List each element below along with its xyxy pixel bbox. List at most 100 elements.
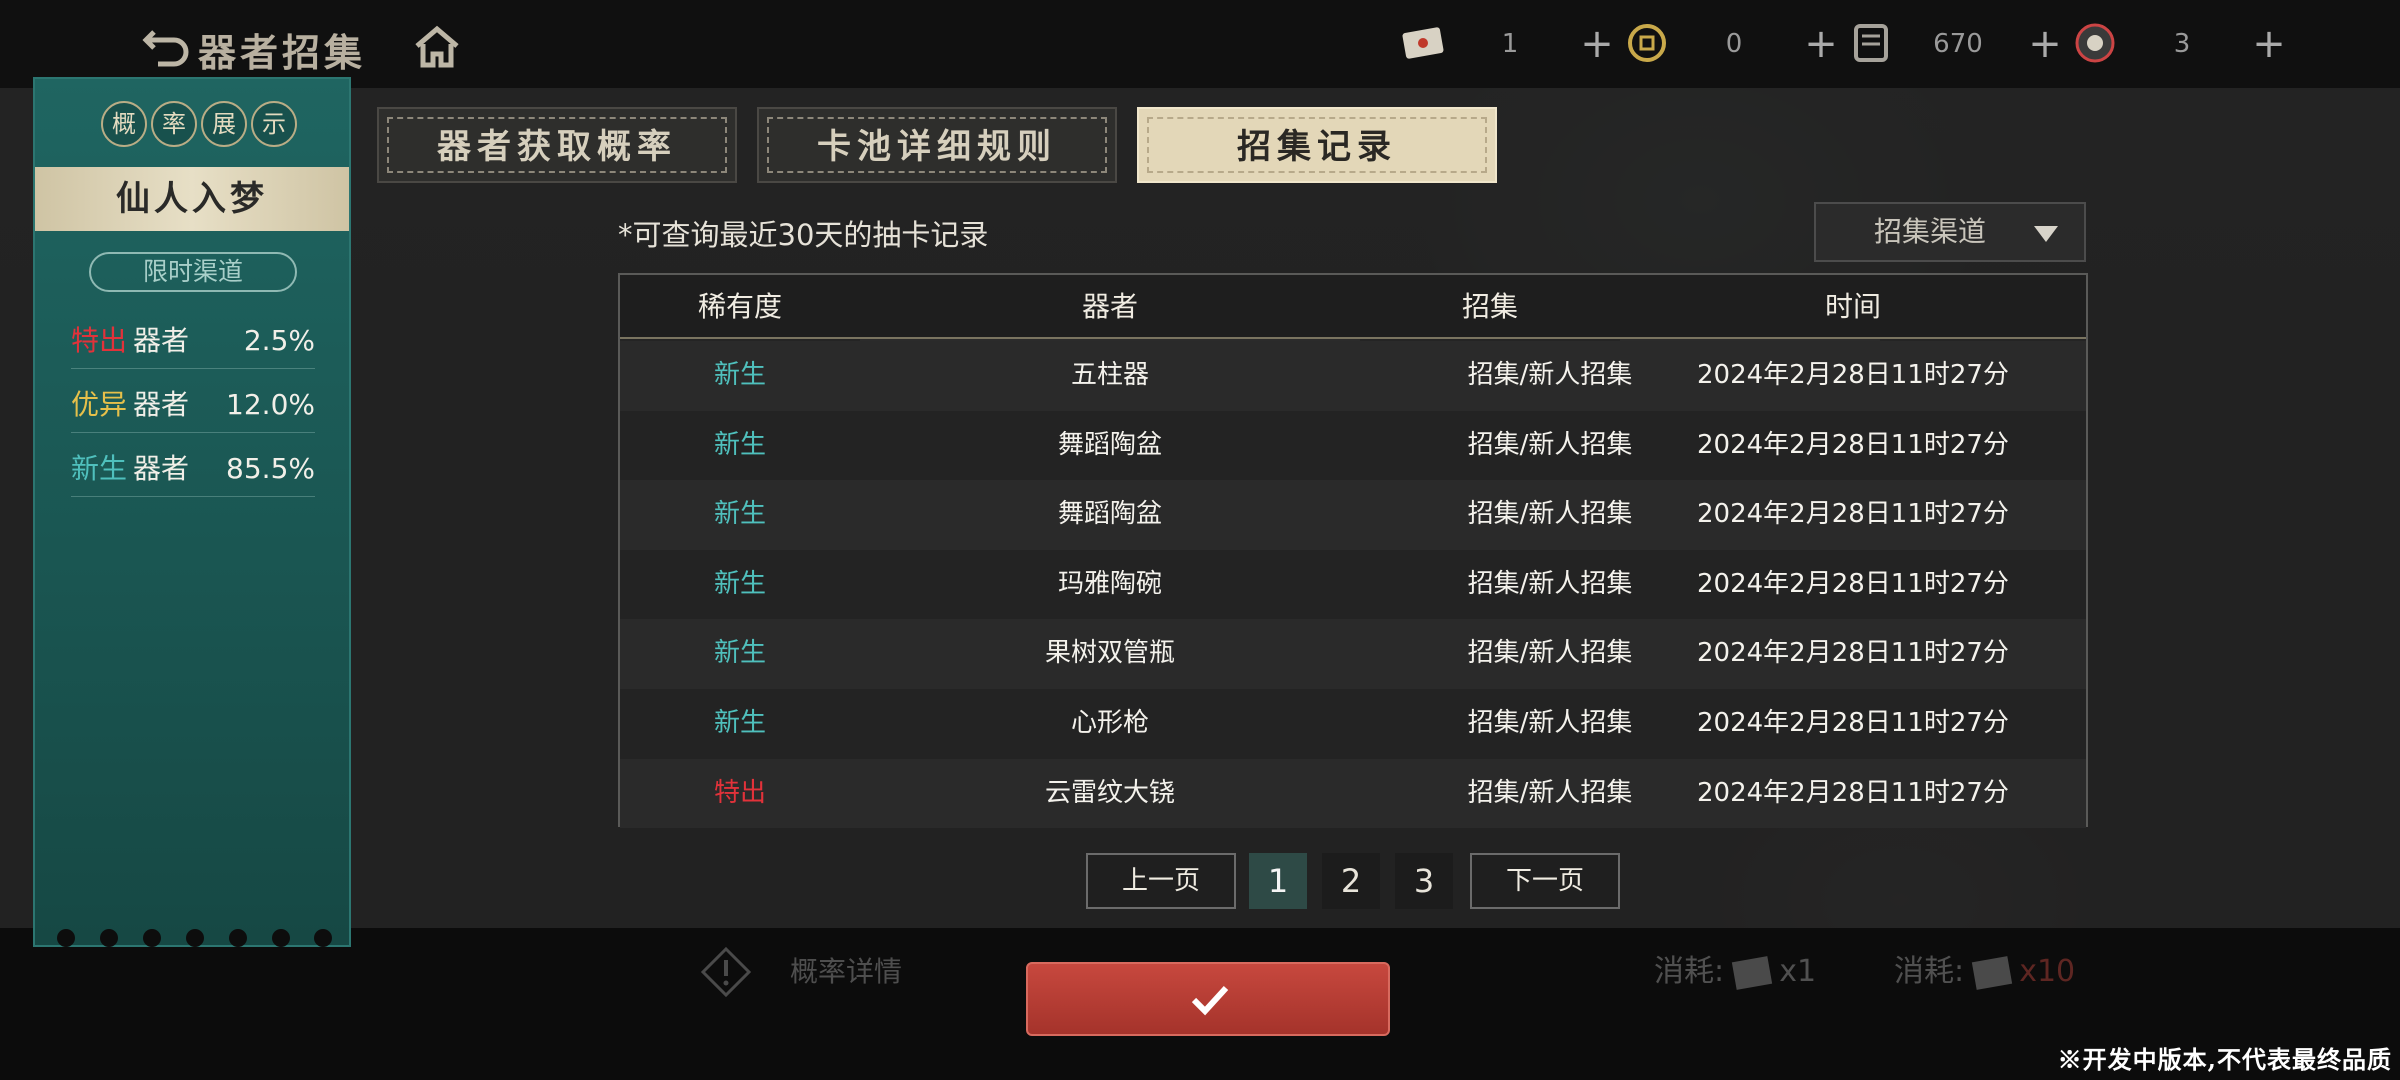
probability-display-badges: 概 率 展 示 [101, 101, 297, 147]
cost-single-label: 消耗: [1654, 954, 1725, 989]
rate-percent: 2.5% [243, 324, 315, 357]
home-icon [415, 25, 459, 68]
coin-count: 0 [1725, 29, 1743, 59]
cell-item: 果树双管瓶 [1044, 638, 1175, 669]
rate-rarity: 特出 [71, 324, 128, 357]
panel-scallop-edge [45, 929, 345, 949]
cost-multi: 消耗: x10 [1894, 948, 2075, 996]
page-3-button[interactable]: 3 [1395, 853, 1453, 909]
tab-pool-rules-label: 卡池详细规则 [817, 127, 1057, 167]
cell-time: 2024年2月28日11时27分 [1697, 429, 2009, 460]
table-row: 新生 玛雅陶碗 招集/新人招集 2024年2月28日11时27分 [620, 549, 2086, 620]
tab-recruit-history-label: 招集记录 [1237, 127, 1397, 167]
back-button[interactable] [140, 22, 196, 70]
cell-item: 五柱器 [1070, 360, 1149, 390]
badge-char: 展 [201, 101, 247, 147]
header-time: 时间 [1824, 290, 1881, 323]
tab-recruit-history[interactable]: 招集记录 [1137, 107, 1497, 183]
cell-rarity: 新生 [713, 708, 766, 738]
gem-icon [2075, 23, 2115, 63]
cell-item: 心形枪 [1070, 708, 1149, 738]
rate-percent: 85.5% [226, 452, 315, 485]
table-row: 新生 果树双管瓶 招集/新人招集 2024年2月28日11时27分 [620, 619, 2086, 689]
rate-row: 特出 器者 2.5% [71, 313, 315, 369]
cell-item: 舞蹈陶盆 [1057, 429, 1162, 460]
cell-time: 2024年2月28日11时27分 [1697, 499, 2009, 530]
badge-char: 示 [251, 101, 297, 147]
scroll-count: 670 [1933, 29, 1983, 59]
back-arrow-icon [142, 30, 189, 67]
cell-item: 舞蹈陶盆 [1057, 499, 1162, 530]
home-button[interactable] [412, 24, 462, 70]
scroll-icon [1854, 24, 1888, 62]
cell-time: 2024年2月28日11时27分 [1697, 708, 2009, 738]
channel-badge: 限时渠道 [89, 252, 297, 292]
gem-count: 3 [2173, 29, 2191, 59]
add-scroll-button[interactable]: + [2022, 18, 2068, 70]
add-gem-button[interactable]: + [2246, 18, 2292, 70]
cell-time: 2024年2月28日11时27分 [1697, 777, 2009, 808]
page-2-button[interactable]: 2 [1322, 853, 1380, 909]
cost-single: 消耗: x1 [1654, 948, 1816, 996]
cell-rarity: 新生 [713, 429, 766, 460]
coin-icon [1628, 24, 1666, 62]
cell-time: 2024年2月28日11时27分 [1697, 360, 2009, 390]
pool-name: 仙人入梦 [35, 167, 349, 231]
tab-probability-label: 器者获取概率 [437, 127, 677, 167]
cost-multi-qty: x10 [2019, 954, 2076, 989]
probability-detail-label: 概率详情 [790, 955, 903, 988]
rate-row: 新生 器者 85.5% [71, 441, 315, 497]
cell-rarity: 新生 [713, 638, 766, 669]
badge-char: 概 [101, 101, 147, 147]
table-row: 特出 云雷纹大铙 招集/新人招集 2024年2月28日11时27分 [620, 758, 2086, 829]
screen-title: 器者招集 [198, 30, 367, 75]
resource-gem: 3 + [2072, 18, 2292, 70]
tab-probability[interactable]: 器者获取概率 [377, 107, 737, 183]
badge-char: 率 [151, 101, 197, 147]
resource-scroll: 670 + [1848, 18, 2068, 70]
ticket-icon [1402, 27, 1444, 59]
resource-coin: 0 + [1624, 18, 1844, 70]
table-row: 新生 五柱器 招集/新人招集 2024年2月28日11时27分 [620, 341, 2086, 411]
rate-kind: 器者 [133, 324, 190, 357]
probability-panel-header: 概 率 展 示 [35, 79, 349, 167]
warning-diamond-icon [700, 946, 752, 998]
table-row: 新生 舞蹈陶盆 招集/新人招集 2024年2月28日11时27分 [620, 480, 2086, 550]
ticket-icon [1971, 955, 2012, 990]
table-row: 新生 舞蹈陶盆 招集/新人招集 2024年2月28日11时27分 [620, 410, 2086, 481]
tab-pool-rules[interactable]: 卡池详细规则 [757, 107, 1117, 183]
header-rarity: 稀有度 [697, 290, 782, 323]
header-source: 招集 [1461, 290, 1518, 323]
dev-version-watermark: ※开发中版本,不代表最终品质 [2057, 1045, 2392, 1074]
table-row: 新生 心形枪 招集/新人招集 2024年2月28日11时27分 [620, 689, 2086, 759]
cell-time: 2024年2月28日11时27分 [1697, 638, 2009, 669]
dropdown-arrow-icon [2034, 226, 2058, 242]
cell-item: 玛雅陶碗 [1057, 568, 1162, 599]
checkmark-icon [1191, 985, 1229, 1016]
cell-rarity: 新生 [713, 360, 766, 390]
cost-single-qty: x1 [1779, 954, 1817, 989]
add-ticket-button[interactable]: + [1574, 18, 1620, 70]
rate-rarity: 新生 [71, 452, 128, 485]
table-header: 稀有度 器者 招集 时间 [620, 275, 2086, 339]
cell-item: 云雷纹大铙 [1044, 777, 1175, 808]
recruit-history-table: 稀有度 器者 招集 时间 新生 五柱器 招集/新人招集 2024年2月28日11… [618, 273, 2088, 829]
rate-kind: 器者 [133, 388, 190, 421]
prev-page-button[interactable]: 上一页 [1086, 853, 1236, 909]
channel-filter-dropdown[interactable]: 招集渠道 [1814, 202, 2086, 262]
rate-rarity: 优异 [71, 388, 128, 421]
cell-rarity: 特出 [713, 777, 766, 808]
rate-percent: 12.0% [226, 388, 315, 421]
header-item: 器者 [1081, 290, 1138, 323]
top-bar: 器者招集 1 + 0 + 670 + 3 + [0, 0, 2400, 88]
probability-detail-button: 概率详情 [700, 940, 930, 1004]
ticket-icon [1731, 955, 1772, 990]
cost-multi-label: 消耗: [1894, 954, 1965, 989]
channel-filter-label: 招集渠道 [1874, 215, 1987, 248]
confirm-button[interactable] [1026, 962, 1390, 1036]
cell-rarity: 新生 [713, 499, 766, 530]
next-page-button[interactable]: 下一页 [1470, 853, 1620, 909]
add-coin-button[interactable]: + [1798, 18, 1844, 70]
page-1-button[interactable]: 1 [1249, 853, 1307, 909]
ticket-count: 1 [1501, 29, 1519, 59]
